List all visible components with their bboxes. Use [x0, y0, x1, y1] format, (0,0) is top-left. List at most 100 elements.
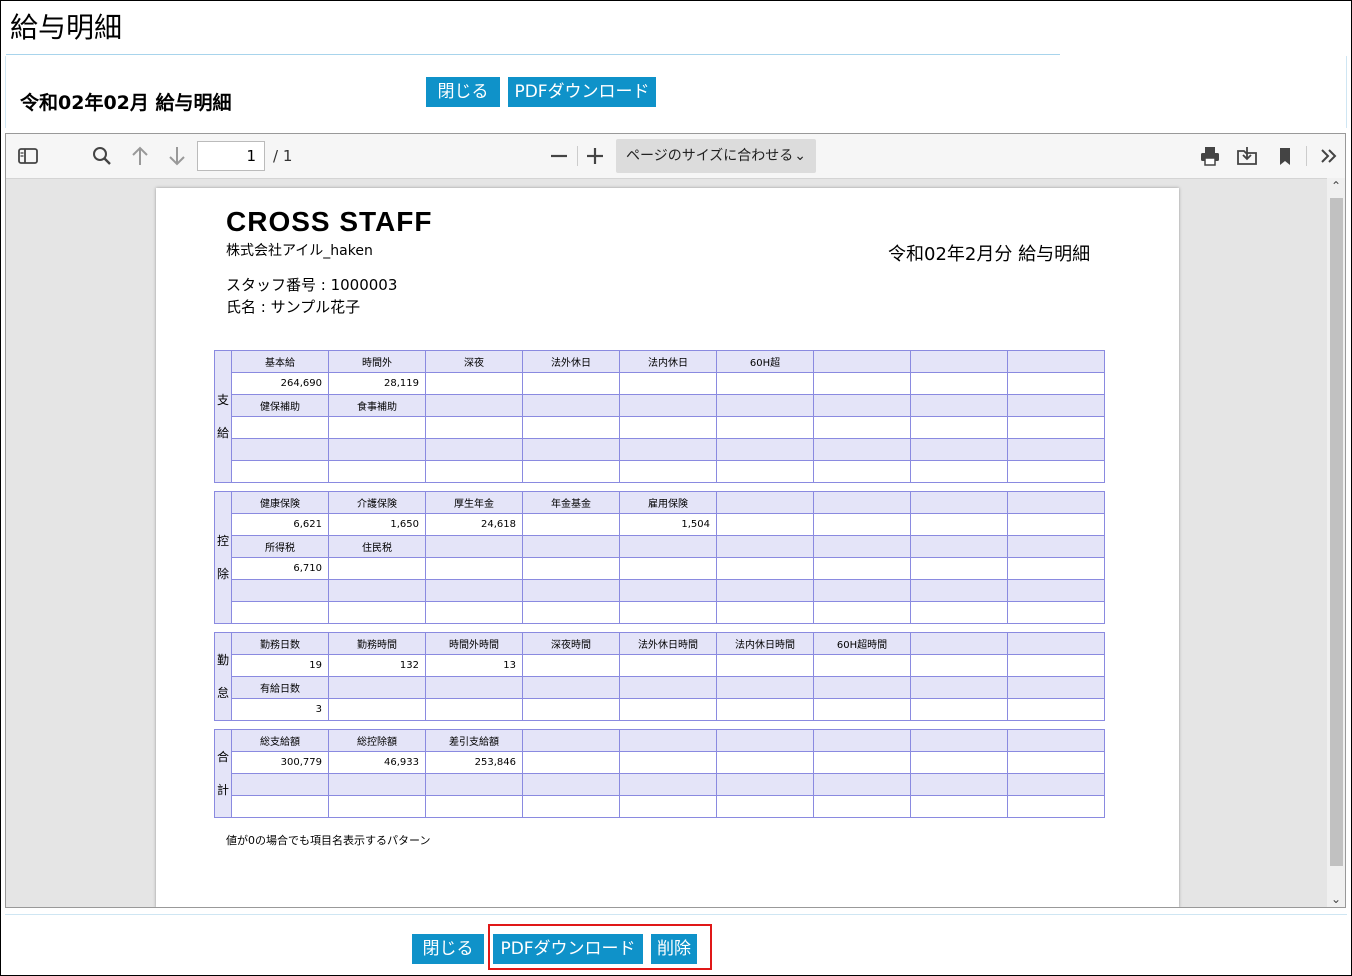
side-char: 合: [216, 749, 229, 764]
pdf-download-button[interactable]: PDFダウンロード: [508, 77, 656, 107]
vertical-scrollbar[interactable]: ⌃ ⌄: [1327, 178, 1345, 907]
item-value: [813, 601, 911, 624]
label-row: 合計総支給額 総控除額 差引支給額: [214, 729, 1105, 818]
label-row: [215, 773, 1105, 796]
zoom-out-icon[interactable]: [548, 145, 570, 167]
scrollbar-thumb[interactable]: [1330, 198, 1343, 866]
item-value: [716, 601, 814, 624]
item-value: [910, 557, 1008, 580]
item-value: [716, 654, 814, 677]
scroll-up-icon[interactable]: ⌃: [1327, 178, 1345, 194]
search-icon[interactable]: [91, 145, 113, 167]
label-row: [215, 438, 1105, 461]
item-value: 6,710: [231, 557, 329, 580]
item-value: [425, 557, 523, 580]
item-label: 雇用保険: [619, 491, 717, 514]
sidebar-toggle-icon[interactable]: [17, 145, 39, 167]
item-label: [619, 438, 717, 461]
item-value: [522, 513, 620, 536]
item-label: [1007, 773, 1105, 796]
side-char: 控: [216, 533, 229, 548]
item-value: [1007, 795, 1105, 818]
item-value: 132: [328, 654, 426, 677]
zoom-select[interactable]: ページのサイズに合わせる ⌄: [616, 139, 816, 173]
item-label: [522, 394, 620, 417]
side-char: 除: [216, 566, 229, 581]
item-label: 法外休日: [522, 350, 620, 373]
item-label: [1007, 579, 1105, 602]
item-value: [231, 460, 329, 483]
value-row: [215, 601, 1105, 624]
item-label: [522, 729, 620, 752]
footnote: 値が0の場合でも項目名表示するパターン: [226, 834, 431, 847]
more-tools-icon[interactable]: [1318, 145, 1340, 167]
pdf-toolbar: 1 / 1 ページのサイズに合わせる ⌄: [6, 134, 1345, 179]
header-panel: 令和02年02月 給与明細: [5, 56, 1347, 128]
staff-number: スタッフ番号 : 1000003: [226, 276, 398, 294]
title-divider: [6, 54, 1060, 55]
item-label: [328, 579, 426, 602]
item-value: [1007, 513, 1105, 536]
side-char: 怠: [216, 685, 229, 700]
page-number-input[interactable]: 1: [197, 141, 265, 171]
item-value: [1007, 698, 1105, 721]
item-label: 基本給: [231, 350, 329, 373]
value-row: 6,621 1,650 24,618 1,504: [215, 513, 1105, 536]
item-value: 3: [231, 698, 329, 721]
pdf-viewer: 1 / 1 ページのサイズに合わせる ⌄ ⌃ ⌄ CROSS STAFF 株式会…: [5, 133, 1346, 908]
item-value: [813, 460, 911, 483]
item-label: [910, 632, 1008, 655]
item-label: [716, 676, 814, 699]
item-label: [425, 394, 523, 417]
item-value: 24,618: [425, 513, 523, 536]
item-label: 法外休日時間: [619, 632, 717, 655]
item-value: [910, 654, 1008, 677]
item-label: [522, 438, 620, 461]
item-value: [425, 698, 523, 721]
label-row: 所得税 住民税: [215, 535, 1105, 558]
side-char: 支: [216, 392, 229, 407]
item-value: [522, 751, 620, 774]
bookmark-icon[interactable]: [1274, 145, 1296, 167]
item-label: [813, 729, 911, 752]
highlight-box: [488, 924, 712, 970]
arrow-up-icon[interactable]: [129, 145, 151, 167]
item-label: 60H超時間: [813, 632, 911, 655]
item-value: [619, 698, 717, 721]
item-value: 13: [425, 654, 523, 677]
zoom-in-icon[interactable]: [584, 145, 606, 167]
item-value: [619, 557, 717, 580]
item-value: 46,933: [328, 751, 426, 774]
item-value: [522, 372, 620, 395]
item-label: [425, 438, 523, 461]
print-icon[interactable]: [1199, 145, 1221, 167]
item-label: [522, 579, 620, 602]
item-value: 6,621: [231, 513, 329, 536]
item-value: 1,504: [619, 513, 717, 536]
label-row: 控除健康保険 介護保険 厚生年金 年金基金 雇用保険: [214, 491, 1105, 624]
item-value: [328, 557, 426, 580]
value-row: [215, 416, 1105, 439]
close-button-bottom[interactable]: 閉じる: [412, 934, 484, 964]
item-label: [1007, 676, 1105, 699]
item-label: [910, 579, 1008, 602]
scroll-down-icon[interactable]: ⌄: [1327, 891, 1345, 907]
item-value: [813, 416, 911, 439]
company-name: 株式会社アイル_haken: [226, 243, 373, 259]
arrow-down-icon[interactable]: [166, 145, 188, 167]
item-label: [231, 579, 329, 602]
item-value: [813, 698, 911, 721]
item-value: [716, 751, 814, 774]
item-value: [231, 795, 329, 818]
section-side-label: 控除: [214, 491, 232, 624]
close-button[interactable]: 閉じる: [426, 77, 500, 107]
item-value: [1007, 601, 1105, 624]
item-label: 所得税: [231, 535, 329, 558]
item-value: [1007, 654, 1105, 677]
item-value: [910, 372, 1008, 395]
item-value: [522, 416, 620, 439]
chevron-down-icon: ⌄: [794, 148, 806, 164]
item-label: 深夜: [425, 350, 523, 373]
item-value: [716, 557, 814, 580]
save-icon[interactable]: [1236, 145, 1258, 167]
